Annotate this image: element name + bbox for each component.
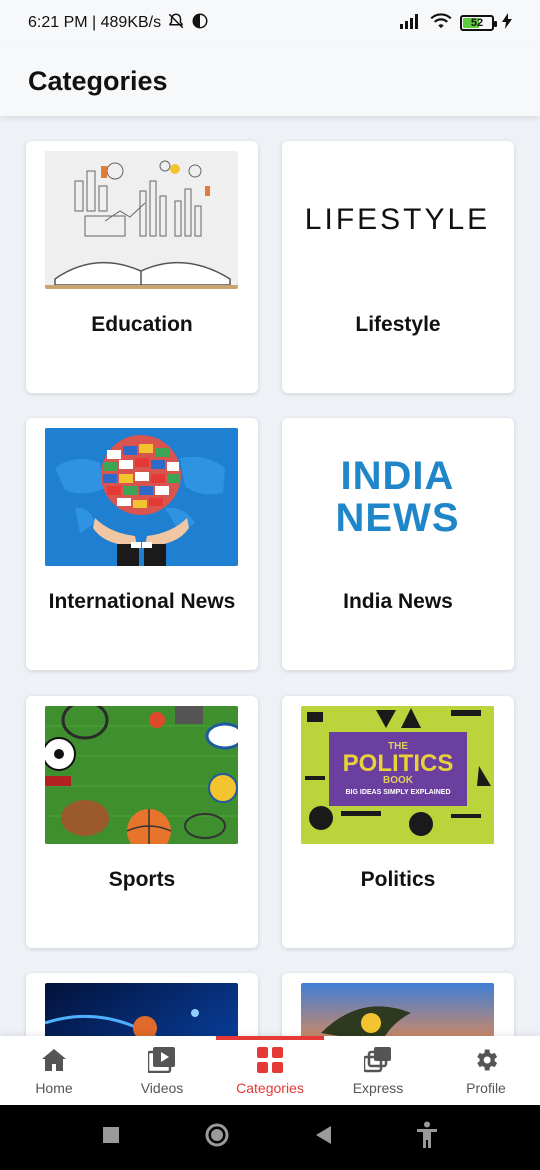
nav-label: Videos (140, 1079, 184, 1096)
app-status-icon (191, 12, 209, 35)
video-icon (148, 1046, 176, 1074)
home-button-icon[interactable] (204, 1122, 230, 1153)
system-navigation-bar (0, 1105, 540, 1170)
india-news-logo-line1: INDIA (340, 454, 455, 498)
category-card-politics[interactable]: THE POLITICS BOOK BIG IDEAS SIMPLY EXPLA… (282, 696, 514, 948)
page-title: Categories (28, 65, 168, 96)
category-card-international-news[interactable]: International News (26, 418, 258, 670)
education-image (45, 151, 238, 289)
india-news-image: INDIA NEWS (301, 428, 494, 566)
accessibility-icon[interactable] (416, 1121, 438, 1154)
back-icon[interactable] (314, 1125, 332, 1150)
recent-apps-icon[interactable] (102, 1126, 120, 1149)
nav-express[interactable]: Express (324, 1036, 432, 1105)
bottom-navigation: Home Videos Categories Express Profile (0, 1036, 540, 1105)
category-image-partial-left (45, 983, 238, 1036)
wifi-icon (430, 12, 452, 34)
category-label: Sports (108, 868, 176, 891)
india-news-logo-line2: NEWS (335, 496, 460, 540)
category-card-india-news[interactable]: INDIA NEWS India News (282, 418, 514, 670)
nav-profile[interactable]: Profile (432, 1036, 540, 1105)
lifestyle-image: LIFESTYLE (301, 151, 494, 289)
battery-icon: 52 (460, 15, 497, 31)
battery-level: 52 (470, 17, 484, 29)
signal-icon (400, 13, 422, 34)
nav-label: Home (35, 1079, 73, 1096)
category-label: International News (48, 590, 236, 613)
nav-videos[interactable]: Videos (108, 1036, 216, 1105)
status-time: 6:21 PM | 489KB/s (28, 14, 162, 31)
politics-book-line2: POLITICS (342, 750, 454, 777)
charging-icon (502, 12, 512, 34)
bell-off-icon (167, 12, 185, 35)
category-label: Politics (360, 868, 436, 891)
nav-categories[interactable]: Categories (216, 1036, 324, 1105)
lifestyle-logo-text: LIFESTYLE (304, 203, 491, 236)
category-card-lifestyle[interactable]: LIFESTYLE Lifestyle (282, 141, 514, 393)
category-label: Education (91, 313, 193, 336)
nav-label: Categories (236, 1079, 304, 1096)
nav-label: Profile (466, 1079, 506, 1096)
politics-book-line4: BIG IDEAS SIMPLY EXPLAINED (345, 789, 451, 796)
sports-image (45, 706, 238, 844)
stack-icon (364, 1046, 392, 1074)
category-image-partial-right (301, 983, 494, 1036)
category-label: India News (343, 590, 453, 613)
nav-home[interactable]: Home (0, 1036, 108, 1105)
category-card-education[interactable]: Education (26, 141, 258, 393)
app-header: Categories (0, 46, 540, 116)
gear-icon (472, 1046, 500, 1074)
politics-book-line3: BOOK (383, 775, 413, 786)
grid-icon (256, 1046, 284, 1074)
status-bar: 6:21 PM | 489KB/s 52 (0, 0, 540, 46)
category-label: Lifestyle (355, 313, 441, 336)
politics-image: THE POLITICS BOOK BIG IDEAS SIMPLY EXPLA… (301, 706, 494, 844)
nav-label: Express (352, 1079, 404, 1096)
home-icon (40, 1046, 68, 1074)
international-news-image (45, 428, 238, 566)
category-card-sports[interactable]: Sports (26, 696, 258, 948)
category-card-partial-left[interactable] (26, 973, 258, 1036)
category-grid: Education LIFESTYLE Lifestyle Internatio… (0, 116, 540, 1036)
category-card-partial-right[interactable] (282, 973, 514, 1036)
